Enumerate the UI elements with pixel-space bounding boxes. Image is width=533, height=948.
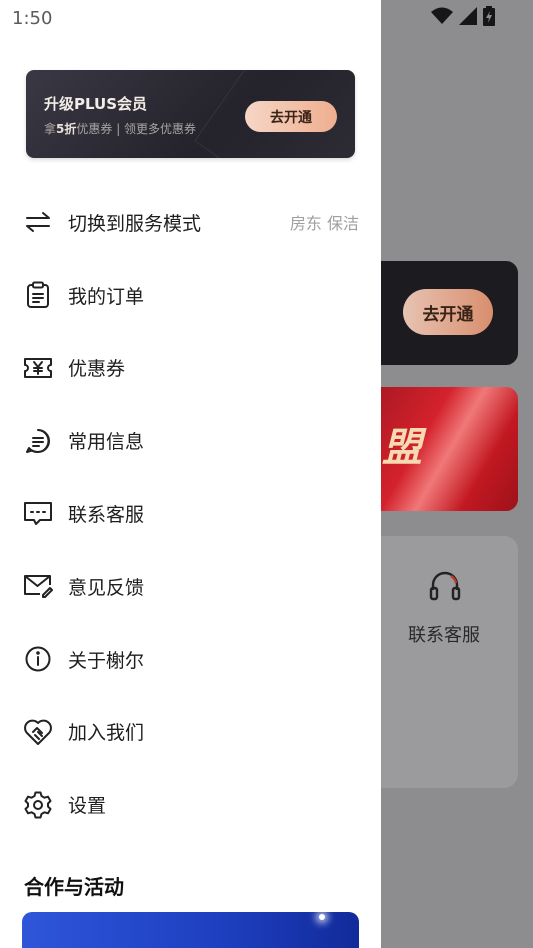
menu-item-label: 设置 [68,795,107,818]
gear-icon [22,789,54,821]
menu-item-join-us[interactable]: 加入我们 [0,696,381,769]
plus-membership-banner[interactable]: 升级PLUS会员 拿5折优惠券 | 领更多优惠券 去开通 [26,70,355,158]
plus-subtitle-highlight: 5折 [56,122,77,136]
chat-lines-icon [22,425,54,457]
menu-item-label: 关于榭尔 [68,649,145,672]
menu-item-label: 常用信息 [68,431,145,454]
menu-item-label: 加入我们 [68,722,145,745]
wifi-icon [431,7,453,24]
menu-item-feedback[interactable]: 意见反馈 [0,550,381,623]
plus-subtitle-suffix: 优惠券 | 领更多优惠券 [76,122,197,136]
plus-banner-subtitle: 拿5折优惠券 | 领更多优惠券 [44,120,196,137]
message-dots-icon [22,498,54,530]
activity-banner[interactable] [22,912,359,948]
background-service-label: 联系客服 [408,625,480,646]
battery-icon [483,6,495,26]
handshake-heart-icon [22,716,54,748]
status-time: 1:50 [12,8,53,29]
menu-item-settings[interactable]: 设置 [0,768,381,841]
coupon-yen-icon [22,352,54,384]
plus-banner-title: 升级PLUS会员 [44,95,148,113]
menu-item-my-orders[interactable]: 我的订单 [0,259,381,332]
switch-arrows-icon [22,206,54,238]
clipboard-icon [22,279,54,311]
cooperation-section-title: 合作与活动 [24,875,124,899]
menu-item-label: 联系客服 [68,504,145,527]
background-promo-text: 盟 [382,425,422,471]
headset-icon [429,571,461,601]
menu-item-switch-service-mode[interactable]: 切换到服务模式 房东 保洁 [0,186,381,259]
menu-item-common-info[interactable]: 常用信息 [0,404,381,477]
menu-item-label: 切换到服务模式 [68,212,202,235]
info-icon [22,643,54,675]
menu-item-label: 意见反馈 [68,576,145,599]
signal-icon [459,7,477,25]
service-mode-roles: 房东 保洁 [289,214,359,234]
background-open-button: 去开通 [403,289,493,335]
mail-edit-icon [22,570,54,602]
plus-open-button[interactable]: 去开通 [245,101,337,132]
menu-item-about[interactable]: 关于榭尔 [0,623,381,696]
menu-item-label: 优惠券 [68,358,126,381]
menu-item-coupons[interactable]: 优惠券 [0,332,381,405]
plus-subtitle-prefix: 拿 [44,122,57,136]
status-icons [431,6,495,26]
menu-item-label: 我的订单 [68,285,145,308]
menu-item-customer-service[interactable]: 联系客服 [0,477,381,550]
background-promo-banner: 盟 [360,387,518,511]
navigation-drawer: 1:50 升级PLUS会员 拿5折优惠券 | 领更多优惠券 去开通 切换到服务模… [0,0,381,948]
drawer-menu: 切换到服务模式 房东 保洁 我的订单 优惠券 常用信息 联系客服 意见反馈 关于… [0,186,381,841]
